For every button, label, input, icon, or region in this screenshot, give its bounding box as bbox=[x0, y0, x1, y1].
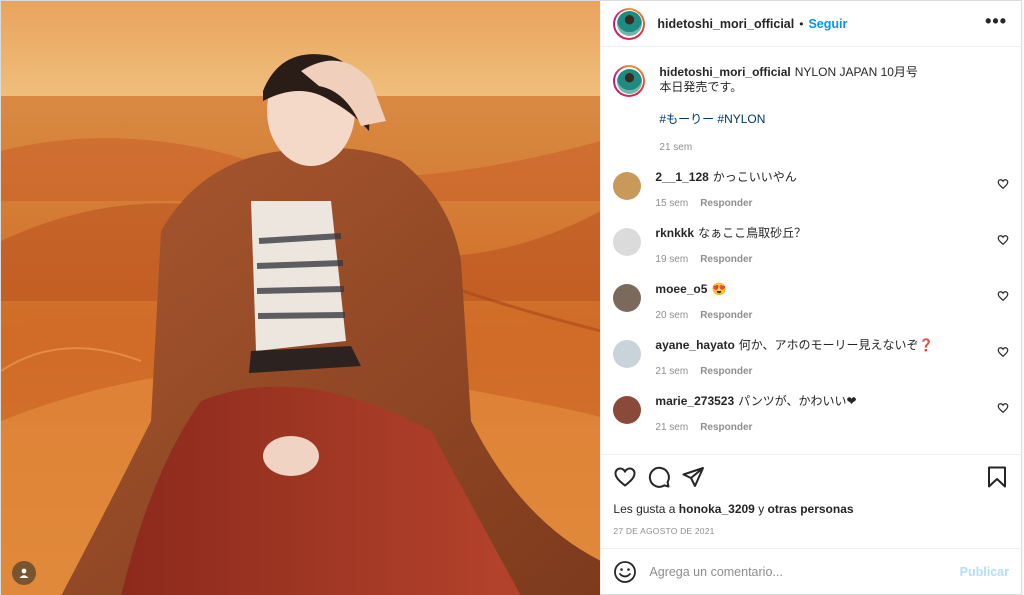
comment-text: 何か、アホのモーリー見えないぞ❓ bbox=[738, 338, 934, 352]
comment-username[interactable]: ayane_hayato bbox=[655, 338, 734, 352]
separator-dot: • bbox=[799, 16, 804, 31]
caption-time: 21 sem bbox=[659, 142, 693, 153]
comment-row: marie_273523 パンツが、かわいい❤ 21 sem Responder bbox=[613, 394, 1009, 433]
comment-row: ayane_hayato 何か、アホのモーリー見えないぞ❓ 21 sem Respon… bbox=[613, 338, 1009, 377]
reply-button[interactable]: Responder bbox=[700, 198, 752, 209]
post-dialog: hidetoshi_mori_official • Seguir ••• hid… bbox=[0, 0, 1022, 595]
comment-text: かっこいいやん bbox=[712, 170, 797, 184]
comment-input[interactable] bbox=[649, 564, 960, 579]
comment-row: rknkkk なぁここ鳥取砂丘？ 19 sem Responder bbox=[613, 226, 1009, 265]
comment-time: 19 sem bbox=[655, 254, 689, 265]
reply-button[interactable]: Responder bbox=[700, 422, 752, 433]
caption: hidetoshi_mori_official NYLON JAPAN 10月号 … bbox=[613, 65, 1009, 153]
comment-username[interactable]: marie_273523 bbox=[655, 394, 734, 408]
comment-text: パンツが、かわいい❤ bbox=[738, 394, 857, 408]
post-side-panel: hidetoshi_mori_official • Seguir ••• hid… bbox=[600, 1, 1021, 594]
likes-others[interactable]: otras personas bbox=[768, 502, 854, 516]
comment-time: 15 sem bbox=[655, 198, 689, 209]
caption-hashtags[interactable]: #もーりー #NYLON bbox=[659, 110, 1009, 127]
reply-button[interactable]: Responder bbox=[700, 366, 752, 377]
comment-text: なぁここ鳥取砂丘？ bbox=[698, 226, 807, 240]
comment-row: 2__1_128 かっこいいやん 15 sem Responder bbox=[613, 170, 1009, 209]
add-comment-bar: Publicar bbox=[601, 548, 1021, 594]
heart-icon[interactable] bbox=[613, 465, 637, 489]
comment-like-icon[interactable] bbox=[997, 290, 1009, 302]
desert-photo bbox=[1, 1, 601, 595]
comment-text: 😍 bbox=[711, 282, 727, 296]
likes-user[interactable]: honoka_3209 bbox=[679, 502, 755, 516]
comment-avatar[interactable] bbox=[613, 228, 642, 256]
post-header: hidetoshi_mori_official • Seguir ••• bbox=[601, 1, 1021, 47]
comment-avatar[interactable] bbox=[613, 340, 642, 368]
comment-row: moee_o5 😍 20 sem Responder bbox=[613, 282, 1009, 321]
comment-username[interactable]: 2__1_128 bbox=[655, 170, 708, 184]
post-comment-button[interactable]: Publicar bbox=[960, 565, 1009, 579]
comment-like-icon[interactable] bbox=[997, 234, 1009, 246]
reply-button[interactable]: Responder bbox=[700, 254, 752, 265]
comment-like-icon[interactable] bbox=[997, 346, 1009, 358]
comment-time: 21 sem bbox=[655, 366, 689, 377]
user-tag-button[interactable] bbox=[12, 561, 36, 585]
follow-button[interactable]: Seguir bbox=[808, 17, 847, 31]
reply-button[interactable]: Responder bbox=[700, 310, 752, 321]
comment-avatar[interactable] bbox=[613, 396, 642, 424]
comment-icon[interactable] bbox=[647, 465, 671, 489]
comment-username[interactable]: rknkkk bbox=[655, 226, 694, 240]
comment-like-icon[interactable] bbox=[997, 402, 1009, 414]
comment-time: 21 sem bbox=[655, 422, 689, 433]
bookmark-icon[interactable] bbox=[985, 465, 1009, 489]
more-icon[interactable]: ••• bbox=[985, 12, 1007, 32]
comment-avatar[interactable] bbox=[613, 172, 642, 200]
caption-username[interactable]: hidetoshi_mori_official bbox=[659, 65, 790, 79]
likes-line: Les gusta a honoka_3209 y otras personas bbox=[613, 502, 854, 516]
caption-text-line2: 本日発売です。 bbox=[659, 80, 743, 94]
comments-list[interactable]: hidetoshi_mori_official NYLON JAPAN 10月号 … bbox=[601, 47, 1021, 454]
share-icon[interactable] bbox=[681, 465, 705, 489]
comment-avatar[interactable] bbox=[613, 284, 642, 312]
user-tag-icon bbox=[19, 568, 29, 578]
caption-avatar[interactable] bbox=[613, 65, 646, 97]
header-username[interactable]: hidetoshi_mori_official bbox=[657, 17, 794, 31]
comment-like-icon[interactable] bbox=[997, 178, 1009, 190]
caption-text: NYLON JAPAN 10月号 bbox=[794, 65, 918, 79]
avatar[interactable] bbox=[613, 7, 646, 40]
comment-time: 20 sem bbox=[655, 310, 689, 321]
post-date: 27 DE AGOSTO DE 2021 bbox=[613, 526, 715, 536]
post-photo[interactable] bbox=[1, 1, 601, 595]
comment-username[interactable]: moee_o5 bbox=[655, 282, 707, 296]
emoji-icon[interactable] bbox=[613, 560, 637, 584]
avatar-image bbox=[616, 11, 642, 36]
action-bar: Les gusta a honoka_3209 y otras personas… bbox=[601, 454, 1021, 548]
